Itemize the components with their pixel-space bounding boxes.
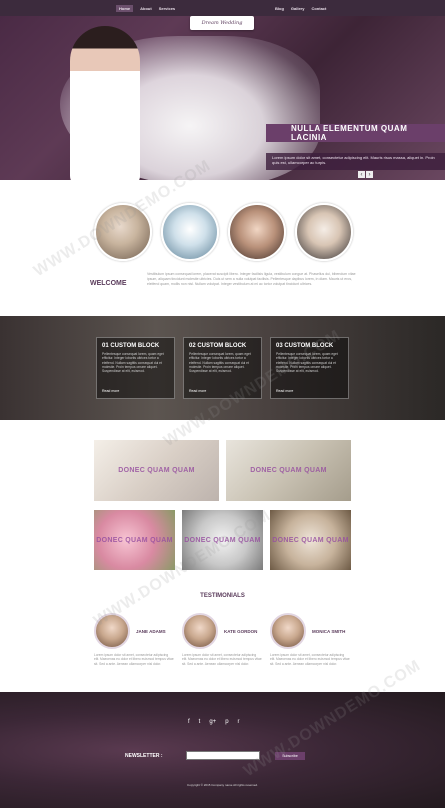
custom-block-read-more-link[interactable]: Read more <box>189 389 206 393</box>
testimonial-text: Lorem ipsum dolor sit amet, consectetur … <box>94 653 174 666</box>
top-navigation: Home About Services Blog Gallery Contact <box>0 0 445 16</box>
testimonial-name: MONICA SMITH <box>312 628 346 634</box>
pinterest-icon[interactable]: p <box>225 719 228 725</box>
facebook-icon[interactable]: f <box>188 719 190 725</box>
newsletter-label: NEWSLETTER : <box>125 753 163 759</box>
avatar <box>270 613 306 649</box>
hero-caption-title-text: NULLA ELEMENTUM QUAM LACINIA <box>291 124 408 142</box>
gallery-item-caption: DONEC QUAM QUAM <box>250 467 327 474</box>
hero-prev-button[interactable]: ‹ <box>358 171 365 178</box>
gallery-item-2[interactable]: DONEC QUAM QUAM <box>226 440 351 501</box>
hero-slider: NULLA ELEMENTUM QUAM LACINIA Lorem ipsum… <box>0 16 445 180</box>
custom-block-text: Pellentesque consequat lorem, quam eget … <box>189 352 251 374</box>
testimonial-person-2: KATE GORDON <box>182 613 257 649</box>
hero-bride-image <box>70 26 140 180</box>
testimonial-person-3: MONICA SMITH <box>270 613 345 649</box>
rss-icon[interactable]: r <box>238 719 240 725</box>
custom-block-title: 02 CUSTOM BLOCK <box>189 343 247 349</box>
gallery-item-3[interactable]: DONEC QUAM QUAM <box>94 510 175 570</box>
nav-services-link[interactable]: Services <box>159 6 175 11</box>
couple-photo-4[interactable] <box>295 203 353 261</box>
custom-block-read-more-link[interactable]: Read more <box>276 389 293 393</box>
couple-photo-2[interactable] <box>161 203 219 261</box>
hero-next-button[interactable]: › <box>366 171 373 178</box>
welcome-text: Vestibulum ipsum consequat lorem, placer… <box>147 272 356 286</box>
nav-gallery-link[interactable]: Gallery <box>291 6 305 11</box>
hero-caption-text-box: Lorem ipsum dolor sit amet, consectetur … <box>266 153 445 170</box>
nav-blog-link[interactable]: Blog <box>275 6 284 11</box>
hero-caption-text: Lorem ipsum dolor sit amet, consectetur … <box>272 155 435 165</box>
footer <box>0 692 445 808</box>
social-links: f t g+ p r <box>188 719 240 725</box>
hero-caption-title: NULLA ELEMENTUM QUAM LACINIA <box>266 124 445 142</box>
testimonial-name: KATE GORDON <box>224 628 258 634</box>
avatar <box>182 613 218 649</box>
custom-block-1: 01 CUSTOM BLOCK Pellentesque consequat l… <box>96 337 175 399</box>
gallery-item-caption: DONEC QUAM QUAM <box>272 536 349 544</box>
testimonial-name: JANE ADAMS <box>136 628 166 634</box>
custom-block-read-more-link[interactable]: Read more <box>102 389 119 393</box>
google-plus-icon[interactable]: g+ <box>209 719 216 725</box>
newsletter-email-input[interactable] <box>186 751 260 760</box>
gallery-item-1[interactable]: DONEC QUAM QUAM <box>94 440 219 501</box>
twitter-icon[interactable]: t <box>199 719 201 725</box>
gallery-item-caption: DONEC QUAM QUAM <box>96 536 173 544</box>
couple-photo-3[interactable] <box>228 203 286 261</box>
hero-arrows: ‹ › <box>358 171 373 178</box>
nav-contact-link[interactable]: Contact <box>311 6 326 11</box>
custom-block-title: 01 CUSTOM BLOCK <box>102 343 160 349</box>
testimonial-text: Lorem ipsum dolor sit amet, consectetur … <box>182 653 262 666</box>
nav-home-link[interactable]: Home <box>116 4 134 12</box>
nav-left: Home About Services <box>116 0 175 16</box>
testimonials-heading: TESTIMONIALS <box>200 593 245 599</box>
gallery-item-5[interactable]: DONEC QUAM QUAM <box>270 510 351 570</box>
testimonial-text: Lorem ipsum dolor sit amet, consectetur … <box>270 653 350 666</box>
custom-block-text: Pellentesque consequat lorem, quam eget … <box>102 352 164 374</box>
nav-about-link[interactable]: About <box>140 6 152 11</box>
gallery-item-caption: DONEC QUAM QUAM <box>118 467 195 474</box>
welcome-heading: WELCOME <box>90 280 127 287</box>
nav-right: Blog Gallery Contact <box>275 0 326 16</box>
site-logo[interactable]: Dream Wedding <box>190 16 254 30</box>
site-logo-text: Dream Wedding <box>201 20 243 26</box>
copyright-text: Copyright © 2015 Company name All rights… <box>187 783 258 787</box>
